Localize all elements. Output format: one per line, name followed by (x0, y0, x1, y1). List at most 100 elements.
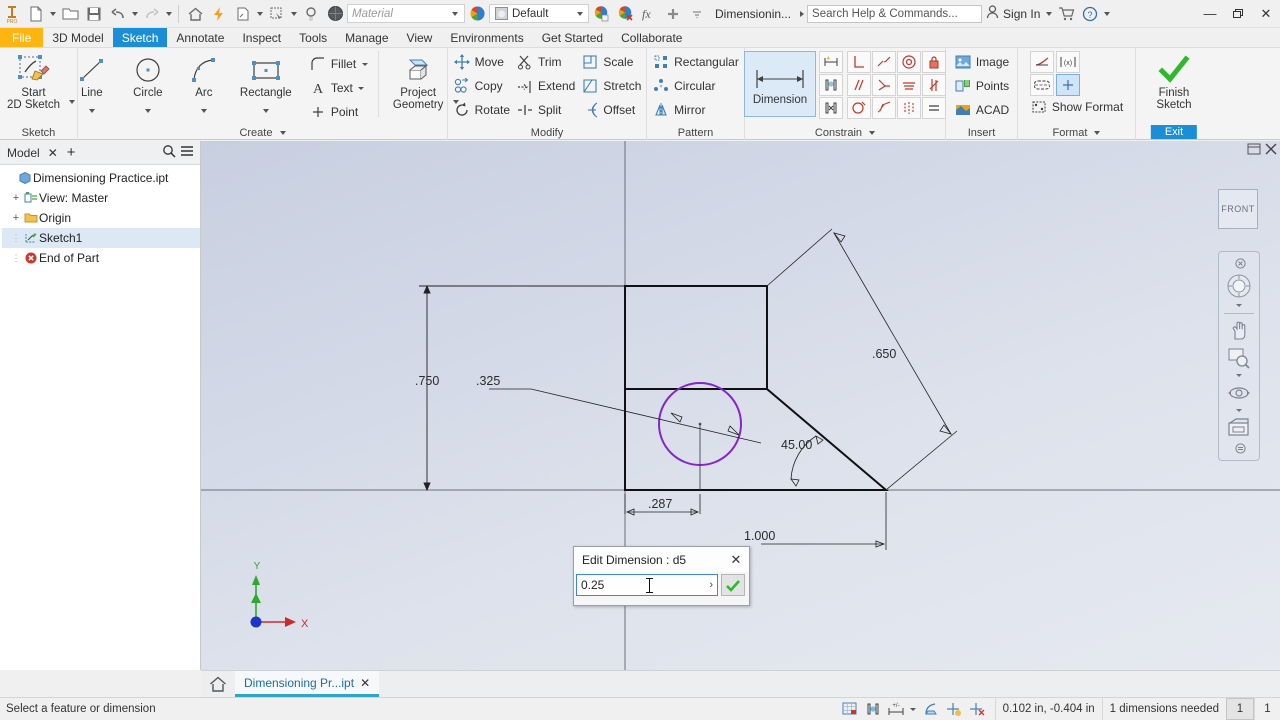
dimension-text-diameter[interactable]: .325 (476, 374, 500, 388)
browser-add-icon[interactable]: + (63, 145, 80, 160)
accept-dimension-button[interactable] (721, 574, 745, 596)
help-icon[interactable]: ? (1078, 2, 1102, 26)
appearance-dropdown-icon[interactable] (575, 2, 585, 26)
close-button[interactable]: ✕ (1252, 1, 1280, 27)
tree-expander-view[interactable]: + (10, 192, 22, 204)
slice-graphics-icon[interactable] (921, 700, 941, 718)
create-panel-expander-icon[interactable] (279, 131, 286, 136)
fix-constraint-icon[interactable] (922, 51, 946, 73)
new-file-dropdown-icon[interactable] (48, 2, 58, 26)
hide-constraints-icon[interactable] (819, 97, 843, 119)
browser-tab-model[interactable]: Model (4, 146, 43, 160)
rectangular-pattern-button[interactable]: Rectangular (649, 50, 742, 74)
point-button[interactable]: Point (306, 100, 372, 124)
dimension-count-box[interactable]: 1 (1226, 698, 1254, 720)
sign-in-dropdown-icon[interactable] (1044, 2, 1054, 26)
ribbon-tab-3d-model[interactable]: 3D Model (43, 28, 112, 47)
center-point-format-icon[interactable] (1055, 74, 1080, 96)
construction-format-icon[interactable] (1029, 51, 1054, 73)
driven-dimension-icon[interactable]: (x) (1055, 51, 1080, 73)
restore-viewport-icon[interactable] (1247, 142, 1261, 159)
appearance-selector[interactable]: Default (489, 4, 589, 23)
smooth-constraint-icon[interactable] (872, 97, 896, 119)
fillet-dropdown-icon[interactable] (360, 55, 369, 73)
fx-parameters-icon[interactable]: fx (637, 2, 661, 26)
graphics-window[interactable]: thaco.ir FRONT (201, 141, 1280, 670)
ribbon-tab-collaborate[interactable]: Collaborate (612, 28, 691, 47)
dimension-text-width[interactable]: 1.000 (744, 529, 775, 543)
select-icon[interactable] (265, 2, 289, 26)
show-constraints-icon[interactable] (819, 74, 843, 96)
image-button[interactable]: Image (951, 50, 1012, 74)
new-file-icon[interactable] (24, 2, 48, 26)
undo-dropdown-icon[interactable] (130, 2, 140, 26)
add-icon[interactable] (661, 2, 685, 26)
acad-button[interactable]: ACAD (951, 98, 1012, 122)
update-icon[interactable] (207, 2, 231, 26)
mirror-button[interactable]: Mirror (649, 98, 742, 122)
circular-pattern-button[interactable]: Circular (649, 74, 742, 98)
scale-button[interactable]: Scale (578, 50, 644, 74)
constraint-display-icon[interactable] (863, 700, 883, 718)
ribbon-tab-inspect[interactable]: Inspect (233, 28, 290, 47)
appearance-color-wheel-icon[interactable] (465, 2, 489, 26)
format-panel-expander-icon[interactable] (1094, 131, 1101, 136)
tree-node-view-master[interactable]: + View: Master (2, 188, 200, 208)
dimension-display-dropdown-icon[interactable] (909, 700, 918, 718)
horizontal-constraint-icon[interactable] (897, 74, 921, 96)
ribbon-tab-get-started[interactable]: Get Started (533, 28, 612, 47)
document-tab-dimensioning-practice[interactable]: Dimensioning Pr...ipt ✕ (235, 671, 380, 697)
circle-button[interactable]: Circle (120, 51, 176, 123)
ribbon-tab-sketch[interactable]: Sketch (112, 28, 168, 47)
ribbon-tab-environments[interactable]: Environments (441, 28, 532, 47)
tree-node-part-document[interactable]: Dimensioning Practice.ipt (2, 168, 200, 188)
home-icon[interactable] (201, 671, 235, 697)
hamburger-menu-icon[interactable] (180, 144, 194, 161)
dimension-button[interactable]: Dimension (744, 51, 816, 117)
close-icon[interactable]: ✕ (727, 552, 745, 568)
extend-button[interactable]: Extend (513, 74, 578, 98)
create-sketch-icon[interactable] (231, 2, 255, 26)
text-dropdown-icon[interactable] (357, 79, 366, 97)
auto-dimension-icon[interactable] (819, 51, 843, 73)
dimension-text-diagonal[interactable]: .650 (872, 347, 896, 361)
ribbon-tab-manage[interactable]: Manage (336, 28, 397, 47)
show-all-constraints-icon[interactable] (967, 700, 987, 718)
tree-expander-origin[interactable]: + (10, 212, 22, 224)
ribbon-tab-view[interactable]: View (398, 28, 442, 47)
restore-button[interactable] (1224, 1, 1252, 27)
material-sphere-icon[interactable] (323, 2, 347, 26)
line-button[interactable]: Line (64, 51, 120, 123)
measure-icon[interactable] (299, 2, 323, 26)
close-viewport-icon[interactable] (1264, 142, 1278, 159)
browser-close-icon[interactable]: ✕ (43, 146, 63, 160)
edit-dimension-dialog[interactable]: Edit Dimension : d5 ✕ 0.25 › (573, 546, 750, 606)
rectangle-button[interactable]: Rectangle (232, 51, 300, 123)
fillet-button[interactable]: Fillet (306, 52, 372, 76)
dimension-text-angle[interactable]: 45.00 (781, 438, 812, 452)
offset-button[interactable]: Offset (578, 98, 644, 122)
material-selector[interactable]: Material (347, 4, 465, 23)
text-button[interactable]: A Text (306, 76, 372, 100)
ribbon-tab-file[interactable]: File (0, 28, 44, 47)
perpendicular-constraint-icon[interactable] (872, 74, 896, 96)
line-dropdown-icon[interactable] (87, 99, 97, 123)
symmetric-constraint-icon[interactable] (897, 97, 921, 119)
centerline-format-icon[interactable] (1029, 74, 1054, 96)
create-sketch-dropdown-icon[interactable] (255, 2, 265, 26)
sign-in-button[interactable]: Sign In (982, 5, 1044, 22)
grid-snap-icon[interactable] (840, 700, 860, 718)
move-button[interactable]: Move (450, 50, 513, 74)
stretch-button[interactable]: Stretch (578, 74, 644, 98)
tree-node-end-of-part[interactable]: ⋮ End of Part (2, 248, 200, 268)
select-dropdown-icon[interactable] (289, 2, 299, 26)
collinear-constraint-icon[interactable] (872, 51, 896, 73)
panel-title-format[interactable]: Format (1018, 127, 1135, 139)
split-button[interactable]: Split (513, 98, 578, 122)
minimize-button[interactable]: — (1196, 1, 1224, 27)
equal-constraint-icon[interactable] (922, 97, 946, 119)
arc-dropdown-icon[interactable] (199, 99, 209, 123)
vertical-constraint-icon[interactable] (922, 74, 946, 96)
finish-sketch-button[interactable]: Finish Sketch (1141, 51, 1207, 111)
cart-icon[interactable] (1054, 2, 1078, 26)
